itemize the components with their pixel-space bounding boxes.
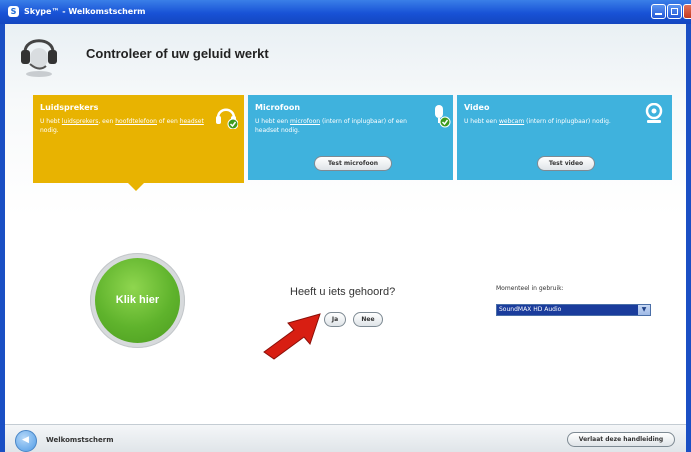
headphones-icon — [216, 108, 238, 129]
audio-device-select[interactable]: SoundMAX HD Audio ▼ — [496, 304, 651, 316]
video-desc-text: (intern of inplugbaar) nodig. — [524, 118, 611, 125]
microphone-desc-text: U hebt een — [255, 118, 290, 125]
microphone-description: U hebt een microfoon (intern of inplugba… — [255, 117, 425, 135]
webcam-link[interactable]: webcam — [499, 118, 524, 125]
exit-tutorial-button[interactable]: Verlaat deze handleiding — [567, 432, 675, 447]
microphone-title: Microfoon — [255, 103, 301, 112]
speakers-link[interactable]: luidsprekers — [62, 118, 98, 125]
speakers-desc-text: of een — [156, 118, 180, 125]
headset-link[interactable]: headset — [180, 118, 204, 125]
app-window: S Skype™ - Welkomstscherm Controleer of … — [0, 0, 691, 452]
minimize-icon — [655, 13, 662, 15]
panel-pointer — [128, 183, 144, 191]
microphone-panel[interactable]: Microfoon U hebt een microfoon (intern o… — [248, 95, 453, 180]
video-title: Video — [464, 103, 490, 112]
red-arrow-annotation — [263, 313, 321, 360]
check-icon — [227, 118, 238, 129]
headset-icon — [21, 39, 57, 77]
close-button[interactable] — [683, 4, 691, 19]
chevron-down-icon[interactable]: ▼ — [638, 305, 650, 315]
speakers-desc-text: U hebt — [40, 118, 62, 125]
main-content — [5, 24, 686, 452]
maximize-button[interactable] — [667, 4, 682, 19]
footer-label: Welkomstscherm — [46, 436, 114, 444]
minimize-button[interactable] — [651, 4, 666, 19]
speakers-desc-text: , een — [98, 118, 116, 125]
device-label: Momenteel in gebruik: — [496, 285, 564, 292]
click-here-label: Klik hier — [95, 258, 180, 343]
headphones-link[interactable]: hoofdtelefoon — [115, 118, 157, 125]
microphone-icon — [435, 105, 451, 128]
microphone-link[interactable]: microfoon — [290, 118, 320, 125]
no-button[interactable]: Nee — [353, 312, 383, 327]
video-desc-text: U hebt een — [464, 118, 499, 125]
test-microphone-button[interactable]: Test microfoon — [314, 156, 392, 171]
test-video-button[interactable]: Test video — [537, 156, 595, 171]
webcam-icon — [645, 103, 663, 123]
speakers-title: Luidsprekers — [40, 103, 99, 112]
video-panel[interactable]: Video U hebt een webcam (intern of inplu… — [457, 95, 672, 180]
page-title: Controleer of uw geluid werkt — [86, 46, 269, 61]
back-arrow-icon: ◀ — [22, 435, 29, 445]
heard-question: Heeft u iets gehoord? — [290, 286, 396, 298]
window-title: Skype™ - Welkomstscherm — [24, 7, 146, 16]
skype-icon: S — [8, 6, 19, 17]
speakers-panel[interactable]: Luidsprekers U hebt luidsprekers, een ho… — [33, 95, 244, 183]
speakers-desc-text: nodig. — [40, 127, 59, 134]
check-icon — [439, 116, 451, 128]
video-description: U hebt een webcam (intern of inplugbaar)… — [464, 117, 634, 126]
click-here-button[interactable]: Klik hier — [90, 253, 185, 348]
maximize-icon — [671, 8, 678, 15]
title-bar[interactable]: S Skype™ - Welkomstscherm — [0, 0, 691, 24]
back-button[interactable]: ◀ — [15, 430, 37, 452]
speakers-description: U hebt luidsprekers, een hoofdtelefoon o… — [40, 117, 210, 135]
audio-device-value: SoundMAX HD Audio — [497, 305, 638, 315]
